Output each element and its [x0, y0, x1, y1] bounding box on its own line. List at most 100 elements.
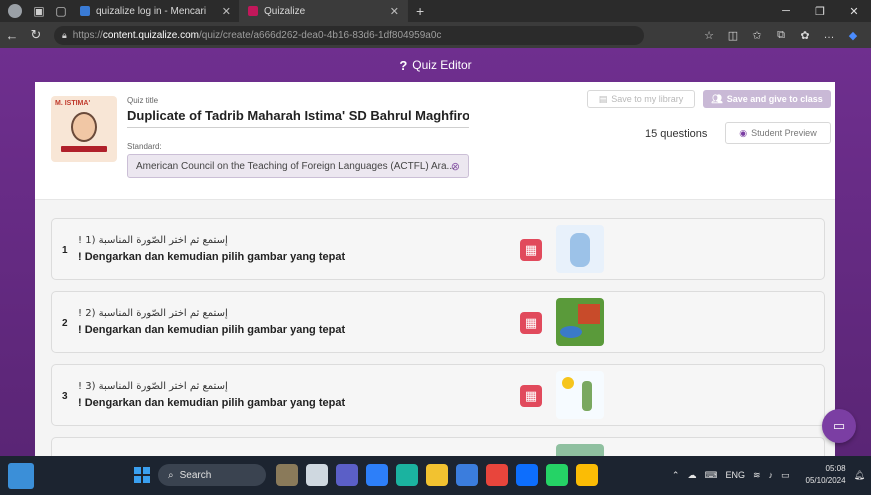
question-card[interactable] — [51, 437, 825, 456]
question-card[interactable]: 3 ! إستمع ثم اختر الصّورة المناسبة (3 ! … — [51, 364, 825, 426]
grid-layout-icon[interactable]: ▦ — [520, 239, 542, 261]
lock-icon: 🔒︎ — [62, 29, 67, 40]
question-text-arabic: ! إستمع ثم اختر الصّورة المناسبة (1 — [78, 235, 228, 246]
new-tab-icon[interactable]: + — [416, 3, 424, 19]
chrome-alt-icon[interactable] — [576, 464, 598, 486]
file-explorer-icon[interactable] — [426, 464, 448, 486]
clock-date: 05/10/2024 — [805, 476, 846, 485]
child-figure — [582, 381, 592, 411]
clear-icon[interactable]: ⊗ — [451, 160, 460, 173]
app-icon[interactable] — [516, 464, 538, 486]
save-and-give-button[interactable]: 👥︎ Save and give to class — [703, 90, 831, 108]
child-winter-figure — [570, 233, 590, 267]
task-view-icon[interactable] — [306, 464, 328, 486]
windows-taskbar: ⌕ Search ⌃ ☁ ⌨ ENG ≋ ♪ ▭ 05:08 05/10/202… — [0, 456, 871, 495]
windows-start-icon[interactable] — [134, 467, 150, 483]
taskbar-apps — [276, 464, 606, 486]
store-icon[interactable] — [456, 464, 478, 486]
address-bar[interactable]: 🔒︎ https:// content.quizalize.com /quiz/… — [54, 25, 644, 45]
question-text-indonesian: ! Dengarkan dan kemudian pilih gambar ya… — [78, 251, 346, 263]
widgets-icon[interactable] — [8, 462, 34, 489]
grid-layout-icon[interactable]: ▦ — [520, 385, 542, 407]
grid-layout-icon[interactable]: ▦ — [520, 312, 542, 334]
weather-app-icon[interactable] — [276, 464, 298, 486]
tab-quizalize-login[interactable]: quizalize log in - Mencari ✕ — [72, 0, 240, 22]
student-preview-button[interactable]: ◉ Student Preview — [725, 122, 831, 144]
chat-support-icon[interactable]: ▭ — [822, 409, 856, 443]
back-icon[interactable]: ← — [0, 22, 24, 48]
keyboard-icon[interactable]: ⌨ — [704, 470, 717, 481]
wifi-icon[interactable]: ≋ — [753, 470, 761, 481]
profile-avatar[interactable] — [8, 4, 22, 18]
clock[interactable]: 05:08 05/10/2024 — [798, 463, 846, 487]
quiz-thumbnail[interactable]: M. ISTIMA' — [51, 96, 117, 162]
quiz-title-input[interactable]: Duplicate of Tadrib Maharah Istima' SD B… — [127, 108, 469, 128]
volume-icon[interactable]: ♪ — [769, 470, 774, 480]
copilot-app-icon[interactable] — [366, 464, 388, 486]
question-card[interactable]: 1 ! إستمع ثم اختر الصّورة المناسبة (1 ! … — [51, 218, 825, 280]
notification-bell-icon[interactable]: 🔔︎ — [854, 470, 865, 481]
tab-quizalize[interactable]: Quizalize ✕ — [240, 0, 408, 22]
teams-icon[interactable] — [336, 464, 358, 486]
collections-icon[interactable]: ⧉ — [769, 29, 793, 42]
favorites-icon[interactable]: ✩ — [745, 29, 769, 42]
question-card[interactable]: 2 ! إستمع ثم اختر الصّورة المناسبة (2 ! … — [51, 291, 825, 353]
quizalize-favicon-icon — [248, 6, 258, 16]
question-number: 2 — [62, 318, 68, 329]
taskbar-search[interactable]: ⌕ Search — [158, 464, 266, 486]
thumbnail-label: M. ISTIMA' — [55, 100, 91, 107]
save-to-library-button[interactable]: ▤ Save to my library — [587, 90, 695, 108]
question-image — [556, 444, 604, 456]
edge-icon[interactable] — [396, 464, 418, 486]
eye-icon: ◉ — [739, 127, 748, 138]
split-screen-icon[interactable]: ◫ — [721, 29, 745, 42]
question-image — [556, 371, 604, 419]
favorite-star-icon[interactable]: ☆ — [697, 29, 721, 42]
toolbar-actions: ☆ ◫ ✩ ⧉ ✿ … ◆ — [697, 22, 865, 48]
listening-child-icon — [71, 112, 97, 142]
question-text-indonesian: ! Dengarkan dan kemudian pilih gambar ya… — [78, 397, 346, 409]
language-indicator[interactable]: ENG — [725, 470, 745, 480]
url-prefix: https:// — [72, 29, 103, 41]
quiz-meta-section: M. ISTIMA' Quiz title Duplicate of Tadri… — [35, 82, 835, 200]
minimize-icon[interactable]: ─ — [769, 0, 803, 22]
question-count: 15 questions — [645, 128, 708, 140]
save-and-give-label: Save and give to class — [726, 94, 823, 104]
more-menu-icon[interactable]: … — [817, 29, 841, 41]
question-text-arabic: ! إستمع ثم اختر الصّورة المناسبة (3 — [78, 381, 228, 392]
thumbnail-banner — [61, 146, 107, 152]
close-icon[interactable]: ✕ — [222, 5, 231, 18]
chevron-up-icon[interactable]: ⌃ — [672, 470, 680, 481]
quiz-editor-panel: M. ISTIMA' Quiz title Duplicate of Tadri… — [35, 82, 835, 456]
save-to-library-label: Save to my library — [611, 94, 684, 104]
battery-icon[interactable]: ▭ — [781, 470, 790, 481]
question-text-indonesian: ! Dengarkan dan kemudian pilih gambar ya… — [78, 324, 346, 336]
refresh-icon[interactable]: ↻ — [24, 22, 48, 48]
address-toolbar: ← ↻ 🔒︎ https:// content.quizalize.com /q… — [0, 22, 871, 48]
system-tray: ⌃ ☁ ⌨ ENG ≋ ♪ ▭ 05:08 05/10/2024 🔔︎ — [664, 462, 865, 488]
search-favicon-icon — [80, 6, 90, 16]
question-image — [556, 225, 604, 273]
cloud-icon[interactable]: ☁ — [687, 470, 696, 481]
search-placeholder: Search — [179, 469, 212, 481]
sun-figure — [562, 377, 574, 389]
url-path: /quiz/create/a666d262-dea0-4b16-83d6-1df… — [198, 29, 442, 41]
copilot-icon[interactable]: ◆ — [841, 29, 865, 42]
standard-select[interactable]: American Council on the Teaching of Fore… — [127, 154, 469, 178]
browser-tab-bar: ▣ ▢ quizalize log in - Mencari ✕ Quizali… — [0, 0, 871, 22]
chrome-icon[interactable] — [486, 464, 508, 486]
pond-figure — [560, 326, 582, 338]
close-icon[interactable]: ✕ — [390, 5, 399, 18]
search-icon: ⌕ — [168, 469, 174, 481]
question-mark-icon: ? — [399, 57, 408, 73]
close-window-icon[interactable]: ✕ — [837, 0, 871, 22]
tab-actions-icon[interactable]: ▢ — [50, 0, 72, 22]
url-host: content.quizalize.com — [102, 29, 199, 41]
workspaces-icon[interactable]: ▣ — [28, 0, 50, 22]
extensions-icon[interactable]: ✿ — [793, 29, 817, 42]
house-figure — [578, 304, 600, 324]
library-icon: ▤ — [598, 93, 608, 104]
restore-icon[interactable]: ❐ — [803, 0, 837, 22]
whatsapp-icon[interactable] — [546, 464, 568, 486]
quizalize-app: ? Quiz Editor M. ISTIMA' Quiz title Dupl… — [0, 48, 871, 456]
